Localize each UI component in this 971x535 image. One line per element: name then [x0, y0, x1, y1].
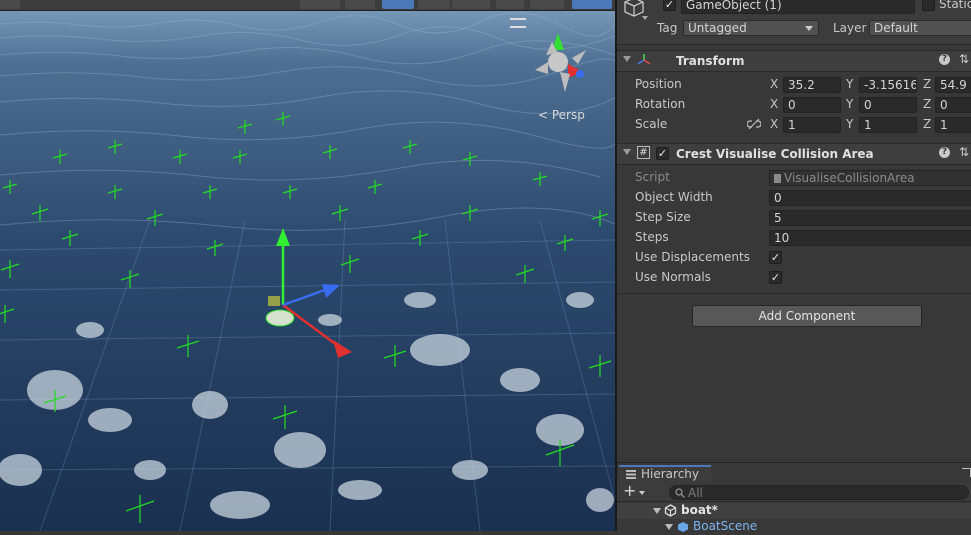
tag-dropdown-value: Untagged [688, 21, 747, 35]
list-icon [626, 470, 636, 479]
hierarchy-tab-label: Hierarchy [641, 467, 700, 481]
crest-component-header[interactable]: # ✓ Crest Visualise Collision Area ? ⇅ [617, 143, 971, 165]
scale-y-label[interactable]: Y [846, 117, 853, 131]
help-icon[interactable]: ? [939, 54, 950, 65]
rotation-y-field[interactable]: 0 [859, 97, 917, 113]
add-dropdown-icon[interactable] [639, 491, 645, 495]
hierarchy-row-object[interactable]: BoatScene [617, 519, 971, 535]
settings-icon[interactable]: ⇅ [959, 52, 969, 66]
rotation-x-field[interactable]: 0 [783, 97, 841, 113]
script-field-value: VisualiseCollisionArea [784, 171, 915, 185]
scale-x-label[interactable]: X [770, 117, 778, 131]
static-label: Static [939, 0, 971, 11]
tag-label: Tag [657, 21, 678, 35]
hierarchy-search-placeholder: All [688, 486, 703, 500]
layer-dropdown[interactable]: Default [869, 20, 971, 36]
unity-scene-icon [664, 504, 677, 517]
draw-mode-button[interactable] [300, 0, 340, 9]
step-size-label: Step Size [635, 210, 691, 224]
prefab-dropdown-icon[interactable] [642, 16, 648, 20]
foldout-arrow-icon[interactable] [653, 508, 661, 514]
static-checkbox[interactable] [922, 0, 935, 11]
use-displacements-checkbox[interactable]: ✓ [769, 251, 782, 264]
scene-view[interactable]: < Persp 2D [0, 0, 615, 531]
position-x-label[interactable]: X [770, 77, 778, 91]
step-size-field[interactable]: 5 [769, 210, 971, 226]
hierarchy-item-label: boat* [681, 503, 718, 517]
component-enabled-checkbox[interactable]: ✓ [656, 147, 669, 160]
scale-x-field[interactable]: 1 [783, 117, 841, 133]
hierarchy-panel: Hierarchy + All boat* BoatScene [617, 462, 971, 535]
layer-label: Layer [833, 21, 867, 35]
gizmos-button[interactable] [572, 0, 612, 9]
add-component-button[interactable]: Add Component [692, 305, 922, 327]
position-x-field[interactable]: 35.2 [783, 77, 841, 93]
object-width-label: Object Width [635, 190, 713, 204]
toggle-2d-button[interactable]: 2D [345, 0, 375, 9]
transform-icon [637, 54, 651, 65]
position-z-label[interactable]: Z [923, 77, 931, 91]
camera-button[interactable] [530, 0, 564, 9]
lighting-button[interactable] [382, 0, 414, 9]
chevron-down-icon [805, 26, 813, 31]
boat-object[interactable] [265, 309, 295, 327]
foldout-arrow-icon[interactable] [623, 56, 631, 62]
hierarchy-search-input[interactable]: All [669, 485, 969, 500]
audio-button[interactable] [418, 0, 450, 9]
search-icon [675, 488, 685, 498]
transform-header[interactable]: Transform ? ⇅ [617, 50, 971, 72]
rotation-y-label[interactable]: Y [846, 97, 853, 111]
scale-z-label[interactable]: Z [923, 117, 931, 131]
orbit-tool-button[interactable] [0, 0, 20, 9]
prefab-icon [678, 522, 688, 532]
active-checkbox[interactable]: ✓ [663, 0, 676, 11]
foldout-arrow-icon[interactable] [665, 524, 673, 530]
tag-dropdown[interactable]: Untagged [683, 20, 819, 36]
hierarchy-toolbar: + All [617, 481, 971, 502]
object-name-field[interactable]: GameObject (1) [681, 0, 915, 14]
rotation-z-field[interactable]: 0 [935, 97, 971, 113]
scale-y-field[interactable]: 1 [859, 117, 917, 133]
crest-component-title: Crest Visualise Collision Area [676, 147, 874, 161]
position-label: Position [635, 77, 682, 91]
gizmo-visibility-button[interactable] [496, 0, 524, 9]
object-width-field[interactable]: 0 [769, 190, 971, 206]
help-icon[interactable]: ? [939, 147, 950, 158]
constrain-proportions-icon[interactable] [747, 118, 761, 130]
inspector-panel: ✓ GameObject (1) Static Tag Untagged Lay… [617, 0, 971, 462]
scene-menu-icon[interactable] [510, 18, 526, 28]
use-displacements-label: Use Displacements [635, 250, 750, 264]
script-file-icon [774, 174, 781, 183]
persp-label[interactable]: < Persp [538, 108, 585, 122]
rotation-x-label[interactable]: X [770, 97, 778, 111]
scale-z-field[interactable]: 1 [935, 117, 971, 133]
scene-toolbar: 2D [0, 0, 615, 11]
rotation-z-label[interactable]: Z [923, 97, 931, 111]
rotation-label: Rotation [635, 97, 686, 111]
component-separator [617, 293, 971, 294]
steps-label: Steps [635, 230, 669, 244]
settings-icon[interactable]: ⇅ [959, 145, 969, 159]
script-field[interactable]: VisualiseCollisionArea [769, 170, 971, 186]
script-hash-icon: # [637, 146, 650, 159]
scene-viewport[interactable] [0, 0, 615, 531]
script-label: Script [635, 170, 670, 184]
transform-title: Transform [676, 54, 745, 68]
object-header: ✓ GameObject (1) Static Tag Untagged Lay… [617, 0, 971, 45]
foldout-arrow-icon[interactable] [623, 149, 631, 155]
layer-dropdown-value: Default [874, 21, 918, 35]
hierarchy-more-icon[interactable] [962, 468, 971, 477]
effects-button[interactable] [452, 0, 490, 9]
position-z-field[interactable]: 54.9 [935, 77, 971, 93]
add-button[interactable]: + [623, 481, 636, 500]
steps-field[interactable]: 10 [769, 230, 971, 246]
scale-label: Scale [635, 117, 668, 131]
position-y-field[interactable]: -3.15616 [859, 77, 917, 93]
use-normals-checkbox[interactable]: ✓ [769, 271, 782, 284]
position-y-label[interactable]: Y [846, 77, 853, 91]
use-normals-label: Use Normals [635, 270, 711, 284]
hierarchy-row-scene[interactable]: boat* [617, 503, 971, 519]
